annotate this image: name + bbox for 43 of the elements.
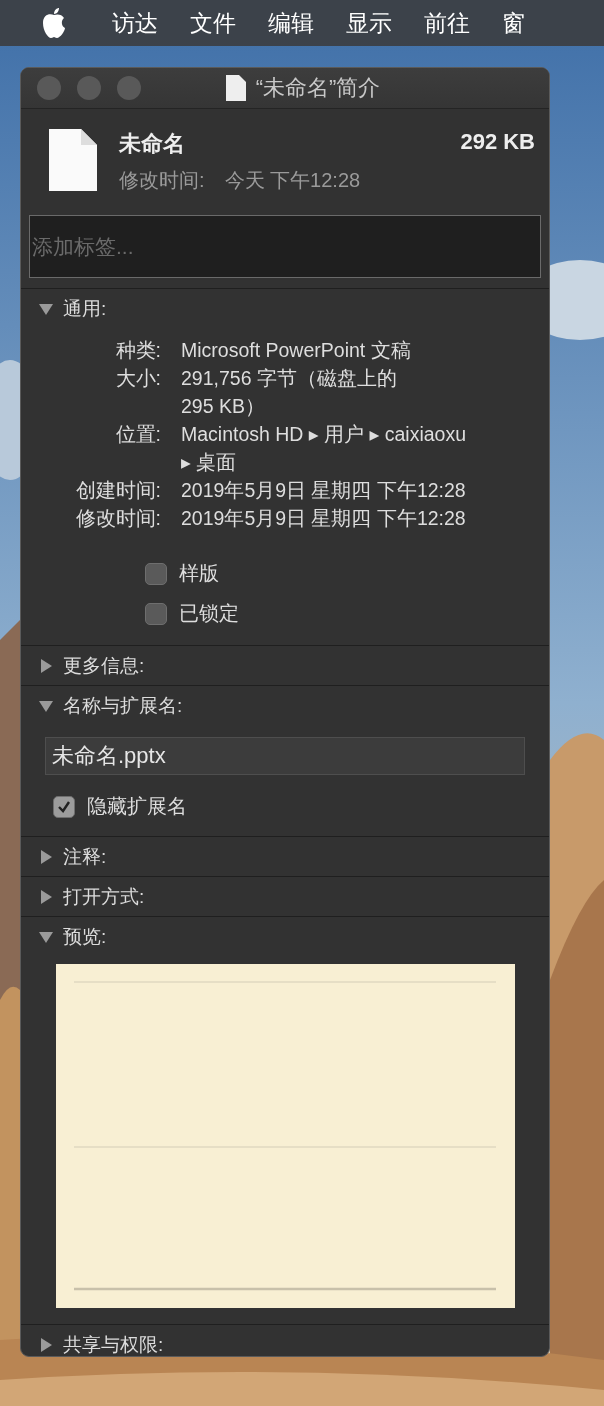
window-title: “未命名”简介 <box>255 74 381 102</box>
name-field[interactable]: 未命名.pptx <box>45 737 525 775</box>
section-header[interactable]: 预览: <box>21 917 549 956</box>
section-header[interactable]: 通用: <box>21 289 549 328</box>
info-label: 大小: <box>114 366 161 391</box>
section-header[interactable]: 名称与扩展名: <box>21 686 549 725</box>
disclosure-triangle-icon[interactable] <box>39 698 53 713</box>
disclosure-triangle-icon[interactable] <box>39 658 53 673</box>
checkbox[interactable]: 隐藏扩展名 <box>53 793 549 820</box>
info-value: Microsoft PowerPoint 文稿 <box>181 338 412 363</box>
checkbox[interactable]: 已锁定 <box>145 600 549 627</box>
info-label: 修改时间: <box>74 506 161 531</box>
info-value: 2019年5月9日 星期四 下午12:28 <box>181 478 467 503</box>
section-header[interactable]: 打开方式: <box>21 877 549 916</box>
info-value: 2019年5月9日 星期四 下午12:28 <box>181 506 467 531</box>
document-icon <box>49 129 97 191</box>
info-label: 种类: <box>114 338 161 363</box>
section-header[interactable]: 注释: <box>21 837 549 876</box>
menu-item[interactable]: 访达 <box>96 7 174 39</box>
disclosure-triangle-icon[interactable] <box>39 929 53 944</box>
info-value: 291,756 字节（磁盘上的 295 KB） <box>181 366 398 419</box>
info-value: Macintosh HD ▸ 用户 ▸ caixiaoxu ▸ 桌面 <box>181 422 467 475</box>
menu-item[interactable]: 前往 <box>408 7 486 39</box>
modified-value: 今天 下午12:28 <box>224 168 361 193</box>
file-size: 292 KB <box>460 129 535 156</box>
menu-item[interactable]: 编辑 <box>252 7 330 39</box>
disclosure-triangle-icon[interactable] <box>39 849 53 864</box>
apple-icon[interactable] <box>40 7 68 39</box>
modified-label: 修改时间: <box>119 168 205 193</box>
info-label: 创建时间: <box>74 478 161 503</box>
file-name: 未命名 <box>119 130 185 158</box>
disclosure-triangle-icon[interactable] <box>39 889 53 904</box>
info-label: 位置: <box>114 422 161 447</box>
menu-item[interactable]: 显示 <box>330 7 408 39</box>
section-header[interactable]: 更多信息: <box>21 646 549 685</box>
section-header[interactable]: 共享与权限: <box>21 1325 549 1356</box>
disclosure-triangle-icon[interactable] <box>39 1337 53 1352</box>
document-icon <box>225 75 246 101</box>
menu-item[interactable]: 窗 <box>486 7 541 39</box>
checkbox[interactable]: 样版 <box>145 560 549 587</box>
tags-field[interactable]: 添加标签... <box>29 215 541 278</box>
menu-item[interactable]: 文件 <box>174 7 252 39</box>
disclosure-triangle-icon[interactable] <box>39 301 53 316</box>
